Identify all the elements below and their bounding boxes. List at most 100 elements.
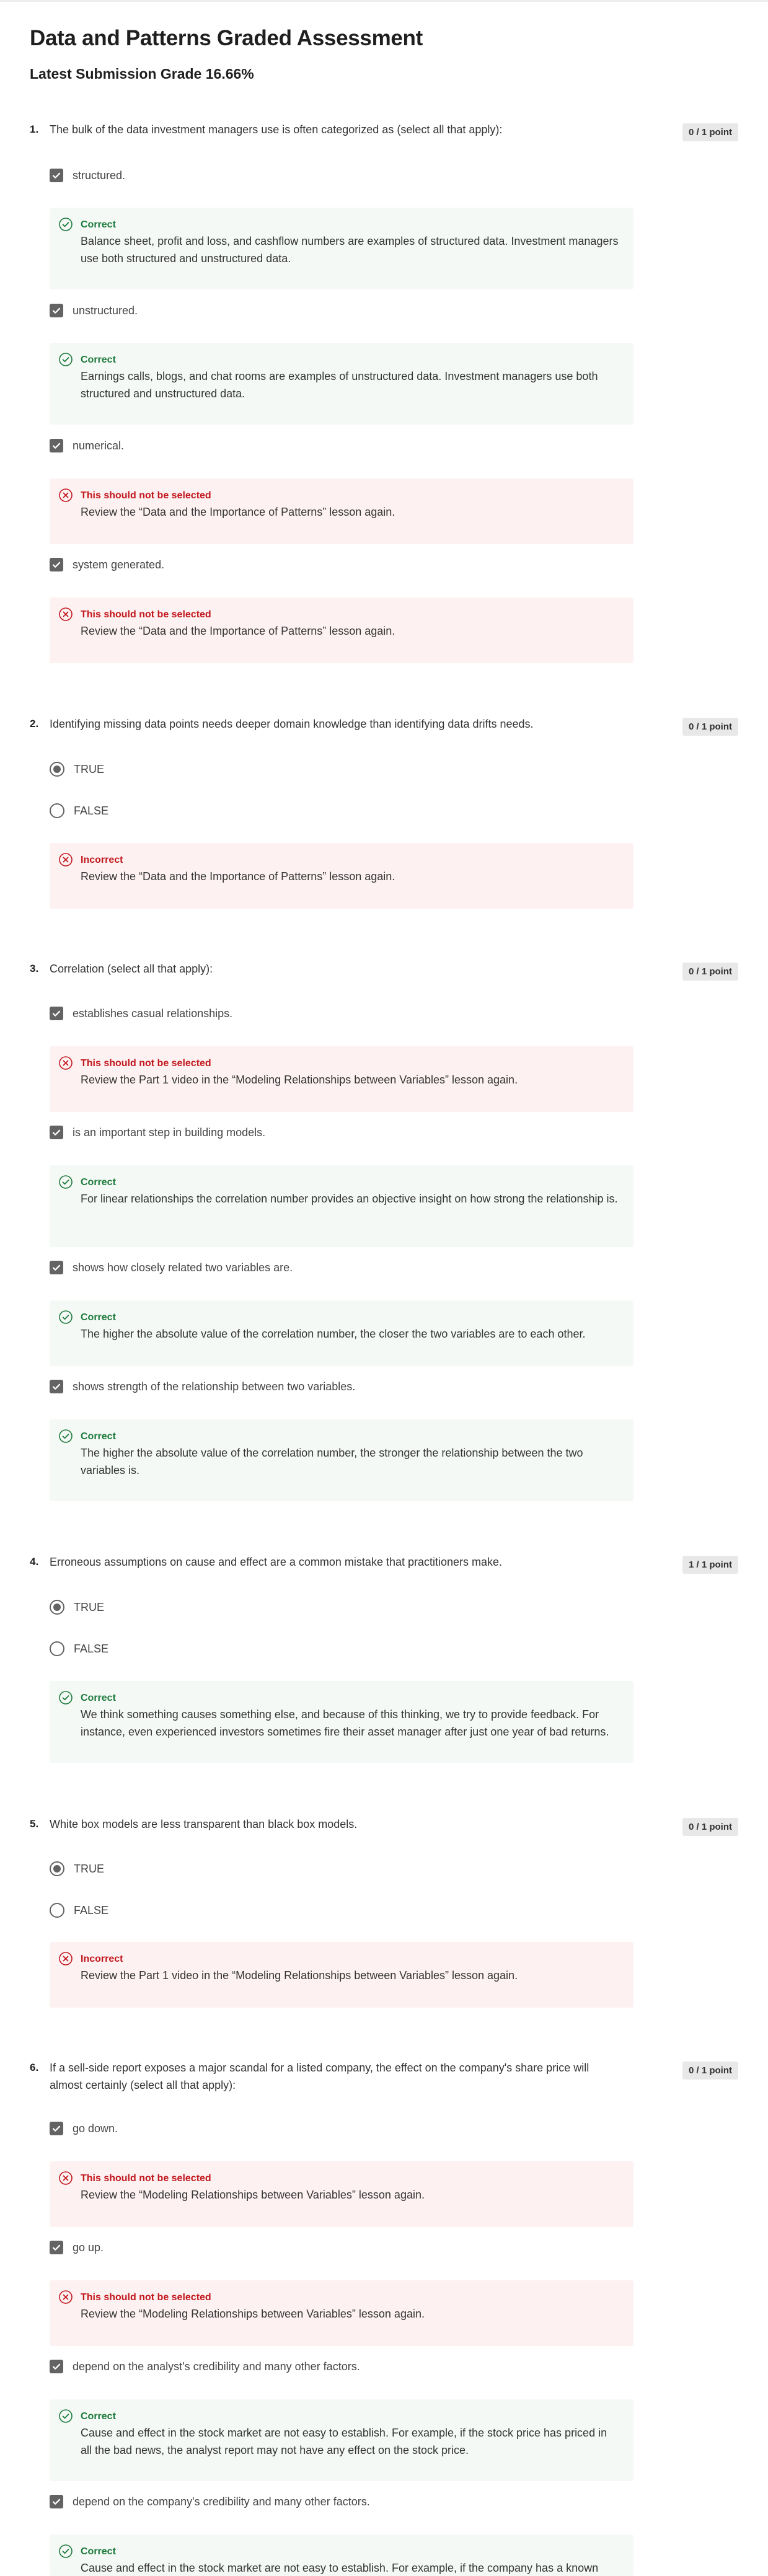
option-radio[interactable]: FALSE (50, 1641, 108, 1657)
option-checkbox[interactable]: go down. (50, 2120, 118, 2137)
checkbox-checked-icon[interactable] (50, 169, 63, 182)
option-radio[interactable]: FALSE (50, 803, 108, 819)
feedback-text: The higher the absolute value of the cor… (81, 1328, 586, 1340)
question-text: Correlation (select all that apply): (50, 963, 213, 975)
feedback-text: Cause and effect in the stock market are… (81, 2562, 599, 2574)
option-radio[interactable]: TRUE (50, 1599, 104, 1615)
option-label: TRUE (74, 762, 104, 775)
feedback-correct: Correct Balance sheet, profit and loss, … (50, 208, 633, 289)
feedback-title: Incorrect (81, 855, 123, 865)
points-badge: 1 / 1 point (682, 1556, 738, 1574)
option-checkbox[interactable]: structured. (50, 167, 125, 183)
feedback-title: Correct (81, 355, 116, 365)
option-radio[interactable]: TRUE (50, 761, 104, 777)
check-circle-icon (59, 1691, 73, 1705)
question-number: 2. (30, 718, 39, 730)
option-checkbox[interactable]: shows strength of the relationship betwe… (50, 1378, 355, 1395)
option-checkbox[interactable]: shows how closely related two variables … (50, 1259, 293, 1276)
checkbox-checked-icon[interactable] (50, 2241, 63, 2254)
radio-icon[interactable] (50, 1903, 64, 1918)
option-label: FALSE (74, 1903, 109, 1917)
radio-icon[interactable] (50, 1641, 64, 1656)
check-circle-icon (59, 2544, 73, 2558)
option-label: depend on the company's credibility and … (73, 2495, 370, 2508)
feedback-title: This should not be selected (81, 2173, 211, 2184)
check-circle-icon (59, 1310, 73, 1324)
x-circle-icon (59, 1952, 73, 1965)
option-label: depend on the analyst's credibility and … (73, 2360, 360, 2373)
feedback-title: Correct (81, 2546, 116, 2557)
feedback-title: This should not be selected (81, 2292, 211, 2303)
points-badge: 0 / 1 point (682, 963, 738, 981)
option-label: FALSE (74, 1642, 109, 1655)
check-circle-icon (59, 2409, 73, 2423)
option-checkbox[interactable]: depend on the company's credibility and … (50, 2494, 370, 2510)
x-circle-icon (59, 2290, 73, 2304)
feedback-incorrect: This should not be selected Review the “… (50, 2161, 633, 2227)
check-circle-icon (59, 1429, 73, 1443)
option-radio[interactable]: FALSE (50, 1902, 108, 1918)
option-label: is an important step in building models. (73, 1126, 266, 1139)
points-badge: 0 / 1 point (682, 2062, 738, 2080)
feedback-correct: Correct The higher the absolute value of… (50, 1419, 633, 1501)
feedback-title: Correct (81, 1431, 116, 1442)
feedback-correct: Correct For linear relationships the cor… (50, 1165, 633, 1247)
radio-selected-icon[interactable] (50, 1861, 64, 1876)
feedback-correct: Correct Cause and effect in the stock ma… (50, 2399, 633, 2481)
feedback-text: We think something causes something else… (81, 1708, 609, 1738)
option-checkbox[interactable]: depend on the analyst's credibility and … (50, 2358, 360, 2375)
feedback-text: Review the “Data and the Importance of P… (81, 625, 395, 637)
option-label: establishes casual relationships. (73, 1007, 233, 1020)
submission-grade: Latest Submission Grade 16.66% (30, 66, 254, 82)
question-text: Erroneous assumptions on cause and effec… (50, 1556, 503, 1568)
feedback-text: The higher the absolute value of the cor… (81, 1447, 583, 1476)
question-number: 6. (30, 2062, 39, 2073)
x-circle-icon (59, 853, 73, 867)
option-label: FALSE (74, 804, 109, 817)
checkbox-checked-icon[interactable] (50, 1007, 63, 1020)
check-circle-icon (59, 353, 73, 366)
question-number: 5. (30, 1818, 39, 1830)
checkbox-checked-icon[interactable] (50, 2360, 63, 2373)
feedback-title: Correct (81, 219, 116, 230)
checkbox-checked-icon[interactable] (50, 439, 63, 452)
feedback-incorrect: Incorrect Review the “Data and the Impor… (50, 843, 633, 909)
feedback-title: This should not be selected (81, 1058, 211, 1069)
check-circle-icon (59, 1175, 73, 1189)
option-checkbox[interactable]: numerical. (50, 438, 124, 454)
option-checkbox[interactable]: go up. (50, 2239, 104, 2256)
checkbox-checked-icon[interactable] (50, 558, 63, 571)
feedback-title: Correct (81, 1312, 116, 1323)
checkbox-checked-icon[interactable] (50, 1380, 63, 1393)
option-label: system generated. (73, 558, 165, 571)
question-number: 3. (30, 963, 39, 974)
radio-selected-icon[interactable] (50, 1600, 64, 1615)
feedback-incorrect: Incorrect Review the Part 1 video in the… (50, 1942, 633, 2008)
option-label: numerical. (73, 439, 125, 452)
option-checkbox[interactable]: establishes casual relationships. (50, 1005, 232, 1021)
option-radio[interactable]: TRUE (50, 1861, 104, 1877)
feedback-text: Review the “Modeling Relationships betwe… (81, 2189, 425, 2201)
option-label: shows how closely related two variables … (73, 1261, 293, 1274)
points-badge: 0 / 1 point (682, 1818, 738, 1836)
feedback-text: Balance sheet, profit and loss, and cash… (81, 235, 619, 265)
option-checkbox[interactable]: unstructured. (50, 302, 138, 319)
option-checkbox[interactable]: system generated. (50, 557, 164, 573)
checkbox-checked-icon[interactable] (50, 304, 63, 317)
feedback-title: Incorrect (81, 1954, 123, 1964)
x-circle-icon (59, 607, 73, 621)
checkbox-checked-icon[interactable] (50, 2495, 63, 2508)
option-checkbox[interactable]: is an important step in building models. (50, 1124, 265, 1140)
feedback-text: Earnings calls, blogs, and chat rooms ar… (81, 370, 598, 400)
top-divider (0, 0, 768, 2)
checkbox-checked-icon[interactable] (50, 1261, 63, 1274)
radio-selected-icon[interactable] (50, 762, 64, 777)
option-label: shows strength of the relationship betwe… (73, 1380, 356, 1393)
option-label: structured. (73, 169, 126, 182)
checkbox-checked-icon[interactable] (50, 1126, 63, 1139)
feedback-incorrect: This should not be selected Review the P… (50, 1046, 633, 1112)
radio-icon[interactable] (50, 803, 64, 818)
checkbox-checked-icon[interactable] (50, 2122, 63, 2135)
feedback-text: Review the “Data and the Importance of P… (81, 506, 395, 518)
feedback-correct: Correct The higher the absolute value of… (50, 1300, 633, 1366)
